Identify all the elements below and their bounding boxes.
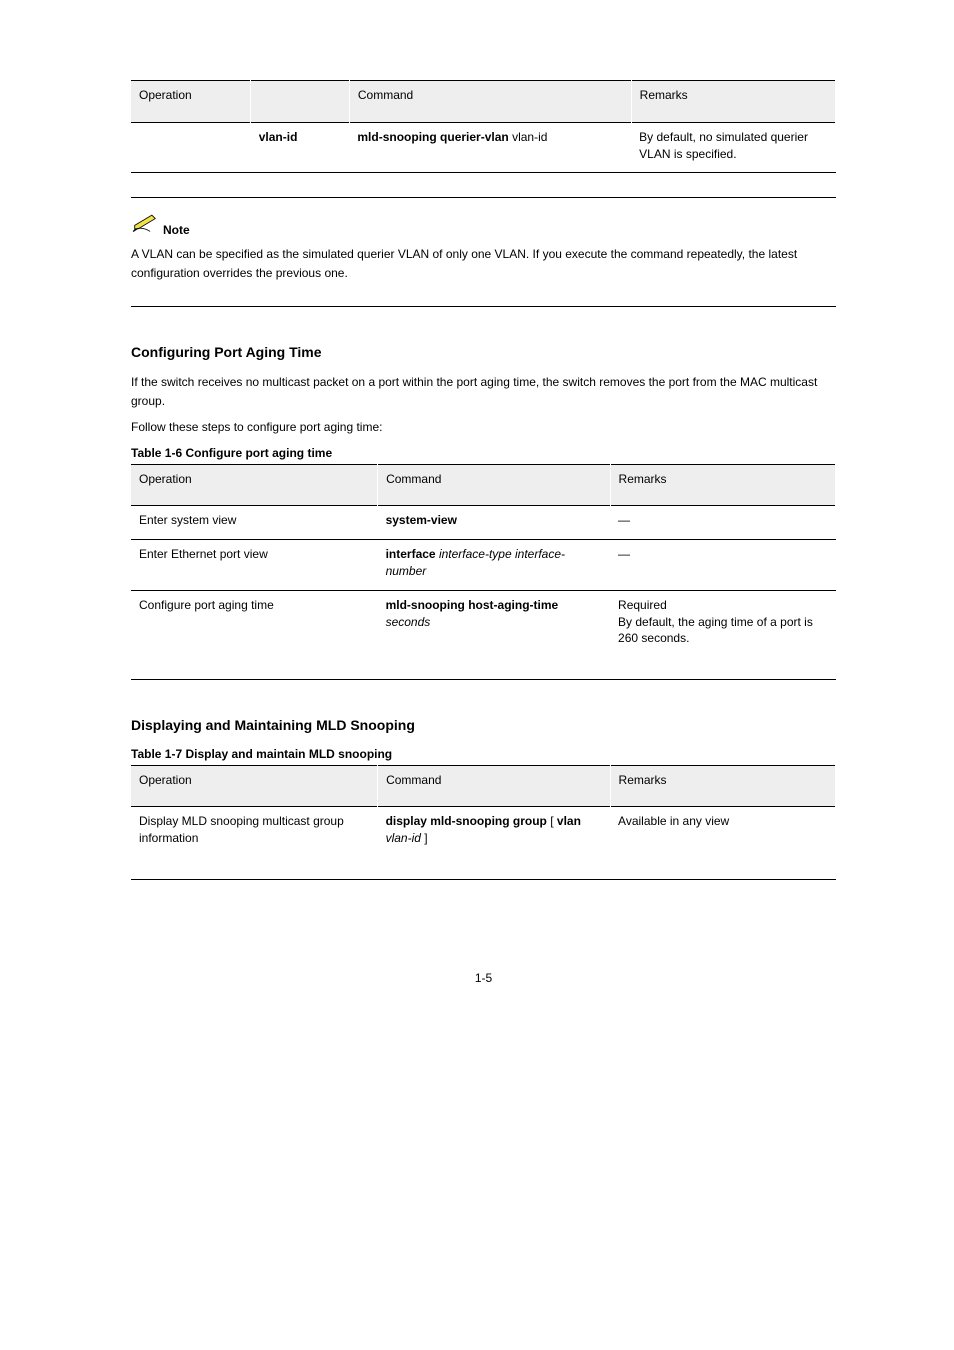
t16-r0c0: Enter system view	[131, 506, 378, 540]
section-title-display: Displaying and Maintaining MLD Snooping	[131, 716, 836, 736]
section-title-port-aging: Configuring Port Aging Time	[131, 343, 836, 363]
table-1-6: Operation Command Remarks Enter system v…	[131, 464, 836, 681]
note-text: A VLAN can be specified as the simulated…	[131, 245, 836, 282]
table1-cell-1: vlan-id	[251, 122, 350, 173]
divider	[131, 197, 836, 198]
t16-r1c2: —	[610, 540, 835, 591]
note-label: Note	[163, 222, 190, 239]
note-icon	[131, 210, 159, 239]
table1-header-blank	[251, 81, 350, 123]
table-row: Display MLD snooping multicast group inf…	[131, 807, 836, 880]
t16-r2c2: RequiredBy default, the aging time of a …	[610, 590, 835, 679]
section1-p1: If the switch receives no multicast pack…	[131, 373, 836, 410]
t16-h1: Command	[378, 464, 610, 506]
table1-header-remarks: Remarks	[631, 81, 835, 123]
t16-r1c1: interface interface-type interface-numbe…	[378, 540, 610, 591]
table-row: Enter Ethernet port view interface inter…	[131, 540, 836, 591]
table1-cell-3: By default, no simulated querier VLAN is…	[631, 122, 835, 173]
t16-r0c1: system-view	[378, 506, 610, 540]
t17-r0c0: Display MLD snooping multicast group inf…	[131, 807, 378, 880]
divider	[131, 306, 836, 307]
t16-r0c2: —	[610, 506, 835, 540]
table1-header-command: Command	[349, 81, 631, 123]
page-number: 1-5	[131, 970, 836, 987]
table-continuation: Operation Command Remarks vlan-id mld-sn…	[131, 80, 836, 173]
t17-r0c1: display mld-snooping group [ vlan vlan-i…	[378, 807, 610, 880]
table1-7-caption: Table 1-7 Display and maintain MLD snoop…	[131, 746, 836, 763]
t17-r0c2: Available in any view	[610, 807, 835, 880]
table-row: Configure port aging time mld-snooping h…	[131, 590, 836, 679]
t16-h0: Operation	[131, 464, 378, 506]
table-1-7: Operation Command Remarks Display MLD sn…	[131, 765, 836, 880]
t16-h2: Remarks	[610, 464, 835, 506]
section1-p2: Follow these steps to configure port agi…	[131, 418, 836, 437]
t16-r2c0: Configure port aging time	[131, 590, 378, 679]
note-block: Note A VLAN can be specified as the simu…	[131, 210, 836, 282]
table-row: Enter system view system-view —	[131, 506, 836, 540]
table1-header-operation: Operation	[131, 81, 251, 123]
table-row: vlan-id mld-snooping querier-vlan vlan-i…	[131, 122, 836, 173]
table1-cell-2: mld-snooping querier-vlan vlan-id	[349, 122, 631, 173]
table1-cell-0	[131, 122, 251, 173]
table1-6-caption: Table 1-6 Configure port aging time	[131, 445, 836, 462]
t17-h1: Command	[378, 765, 610, 807]
t17-h2: Remarks	[610, 765, 835, 807]
t16-r2c1: mld-snooping host-aging-time seconds	[378, 590, 610, 679]
t16-r1c0: Enter Ethernet port view	[131, 540, 378, 591]
t17-h0: Operation	[131, 765, 378, 807]
